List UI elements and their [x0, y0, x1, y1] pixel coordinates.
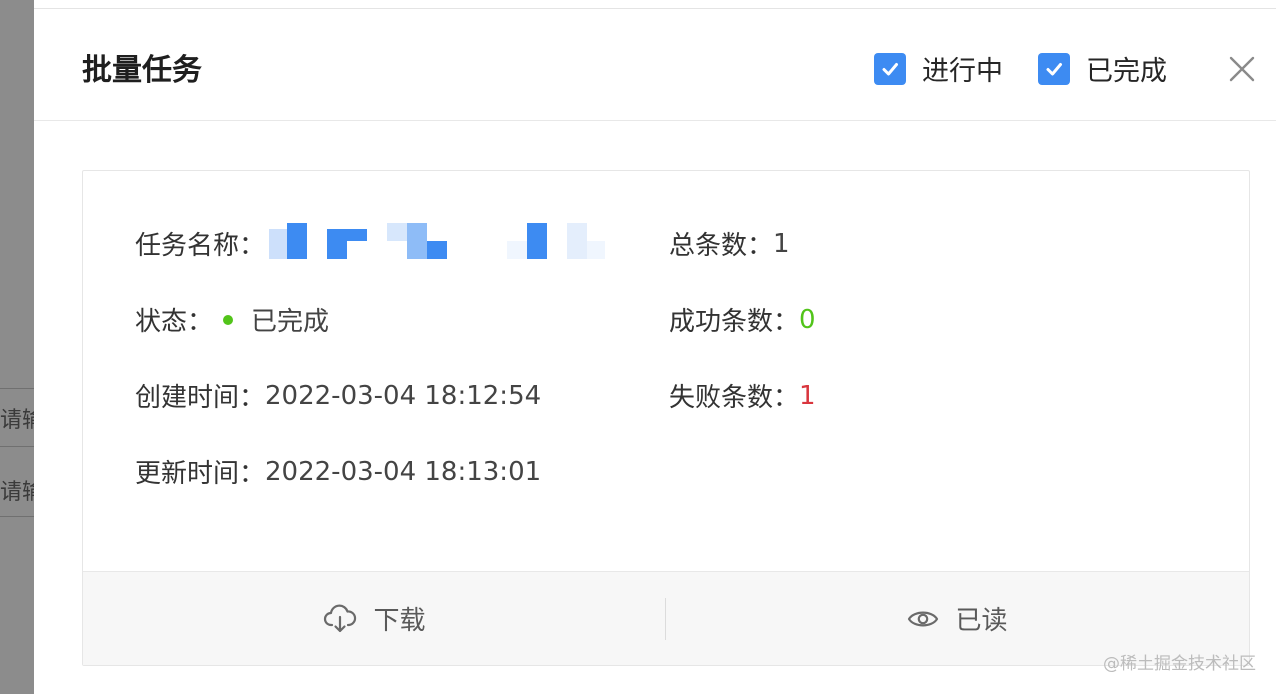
- status-value: 已完成: [251, 307, 330, 337]
- total-count-value: 1: [773, 228, 790, 259]
- failed-count-value: 1: [799, 380, 816, 411]
- created-time-label: 创建时间：: [135, 383, 266, 413]
- updated-time-row: 更新时间： 2022-03-04 18:13:01: [135, 453, 541, 490]
- masked-task-name: [265, 223, 606, 263]
- task-name-label: 任务名称：: [135, 230, 266, 261]
- updated-time-label: 更新时间：: [135, 459, 266, 489]
- card-actions: 下载 已读: [83, 571, 1249, 665]
- created-time-value: 2022-03-04 18:12:54: [265, 380, 542, 411]
- watermark: @稀土掘金技术社区: [1103, 654, 1256, 674]
- backdrop-divider: [0, 388, 34, 389]
- batch-task-drawer: 批量任务 进行中 已完成 任务名称： 状态： 已完成 创建时间： 2022-03…: [34, 0, 1276, 694]
- checkbox-checked-icon[interactable]: [1038, 52, 1070, 85]
- drawer-title: 批量任务: [82, 53, 202, 88]
- updated-time-value: 2022-03-04 18:13:01: [265, 456, 542, 487]
- filter-completed[interactable]: 已完成: [1038, 49, 1167, 88]
- cloud-download-icon: [323, 604, 357, 634]
- failed-count-row: 失败条数： 1: [669, 377, 816, 414]
- success-count-value: 0: [799, 304, 816, 335]
- filter-label: 已完成: [1086, 56, 1167, 87]
- filter-label: 进行中: [922, 56, 1003, 87]
- backdrop-input-placeholder: 请输: [0, 408, 34, 433]
- success-count-row: 成功条数： 0: [669, 301, 816, 338]
- task-status-row: 状态： 已完成: [135, 301, 329, 338]
- drawer-header: 批量任务 进行中 已完成: [34, 9, 1276, 121]
- status-label: 状态：: [135, 307, 214, 337]
- download-label: 下载: [373, 606, 426, 636]
- task-name-row: 任务名称：: [135, 223, 606, 263]
- page-backdrop: 请输 请输: [0, 0, 34, 694]
- download-button[interactable]: 下载: [83, 572, 666, 665]
- total-count-label: 总条数：: [669, 231, 774, 261]
- backdrop-divider: [0, 446, 34, 447]
- total-count-row: 总条数： 1: [669, 225, 790, 262]
- failed-count-label: 失败条数：: [669, 383, 800, 413]
- filter-in-progress[interactable]: 进行中: [874, 49, 1003, 88]
- eye-icon: [907, 607, 939, 631]
- backdrop-input-placeholder: 请输: [0, 480, 34, 505]
- task-card: 任务名称： 状态： 已完成 创建时间： 2022-03-04 18:12:54 …: [82, 170, 1250, 666]
- close-button[interactable]: [1224, 51, 1260, 87]
- success-count-label: 成功条数：: [669, 307, 800, 337]
- backdrop-divider: [0, 516, 34, 517]
- status-dot-icon: [223, 314, 234, 325]
- created-time-row: 创建时间： 2022-03-04 18:12:54: [135, 377, 541, 414]
- close-icon[interactable]: [1229, 56, 1255, 82]
- checkbox-checked-icon[interactable]: [874, 52, 906, 85]
- mark-read-label: 已读: [955, 606, 1008, 636]
